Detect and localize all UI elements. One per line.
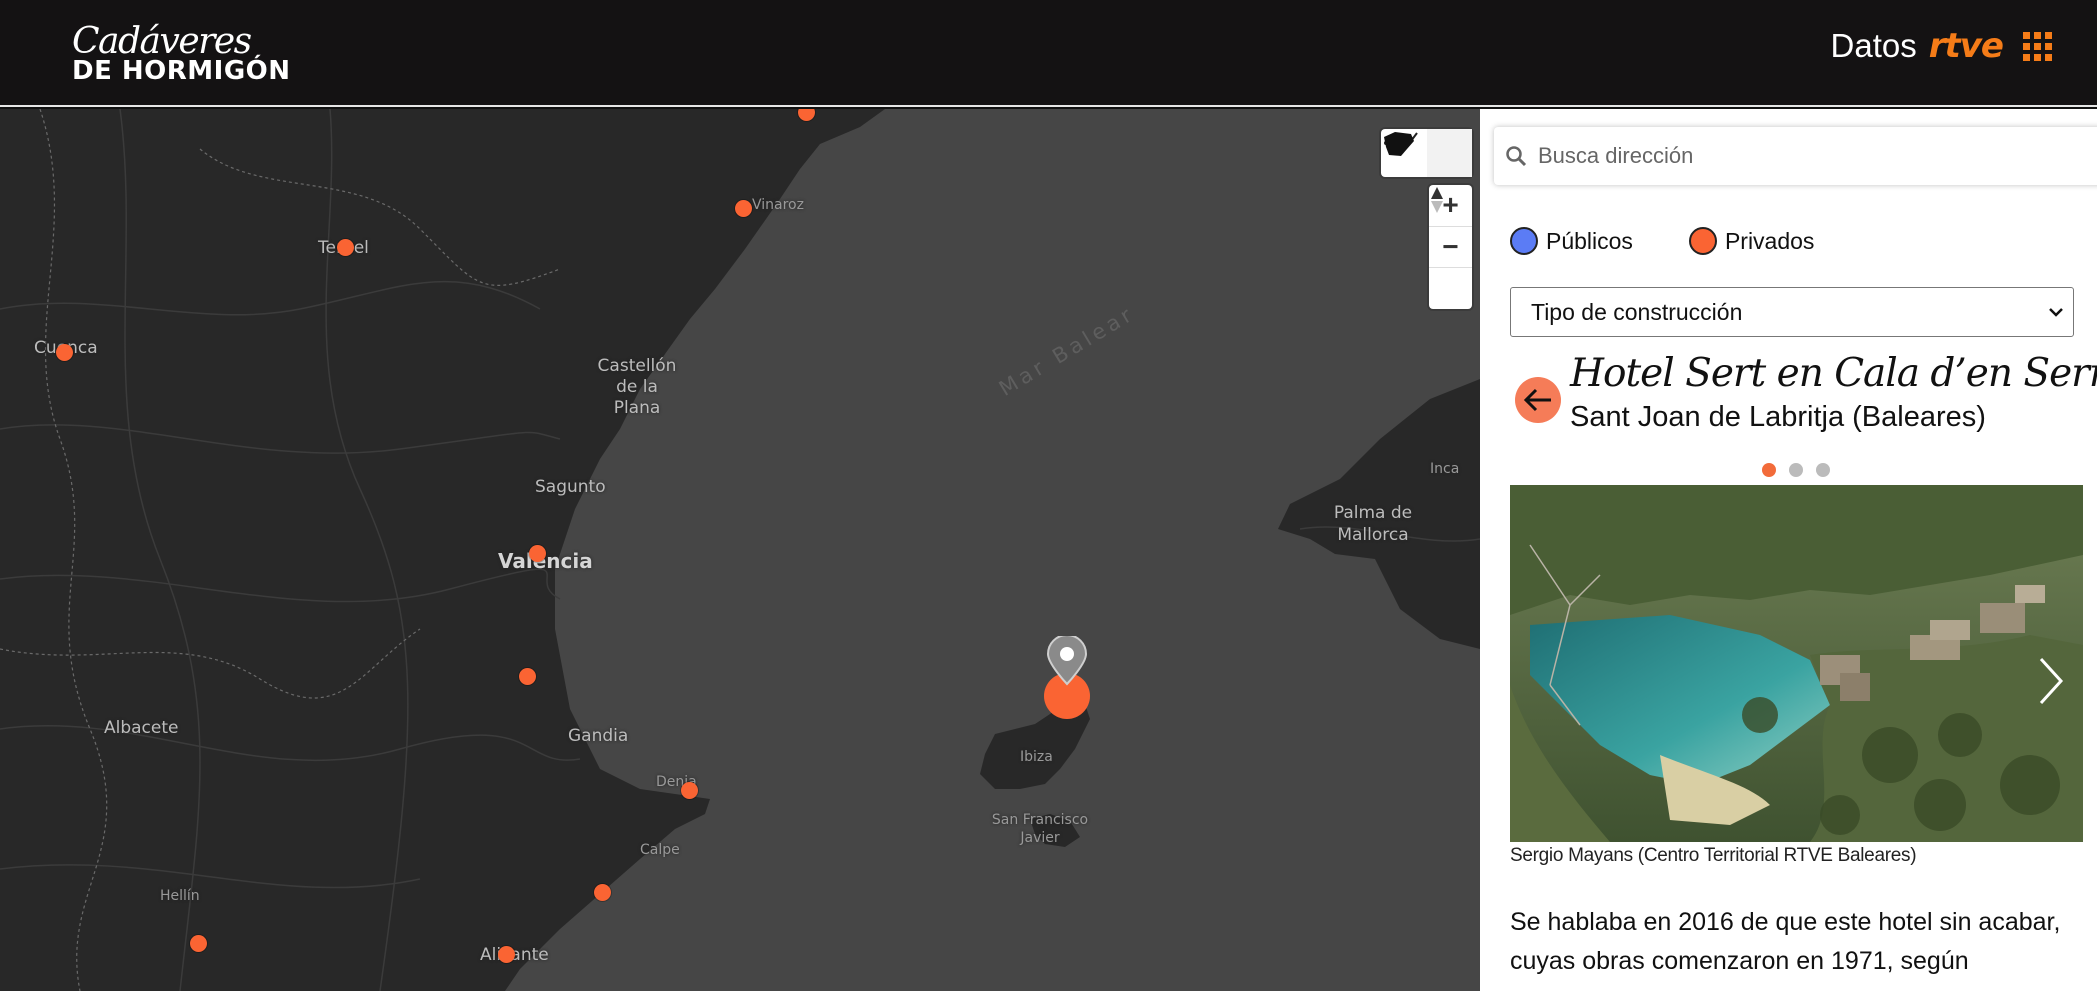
private-swatch	[1688, 227, 1717, 255]
city-label-sagunto: Sagunto	[535, 477, 606, 497]
city-label-calpe: Calpe	[640, 842, 680, 858]
building-location: Sant Joan de Labritja (Baleares)	[1570, 401, 1986, 433]
city-label-albacete: Albacete	[104, 718, 179, 738]
construction-type-select[interactable]: Tipo de construcción	[1510, 287, 2074, 337]
map-marker-private[interactable]	[529, 545, 546, 562]
grid-menu-icon[interactable]	[2023, 31, 2052, 61]
arrow-left-icon	[1523, 388, 1551, 412]
compass-icon	[1431, 187, 1443, 213]
rtve-logo[interactable]: rtve	[1929, 26, 2004, 66]
map-marker-private[interactable]	[735, 200, 752, 217]
map-marker-private[interactable]	[519, 668, 536, 685]
map-marker-private[interactable]	[681, 782, 698, 799]
city-label-inca: Inca	[1430, 461, 1460, 477]
peninsula-view-icon[interactable]	[1384, 129, 1472, 177]
brand-area: Datos rtve	[1831, 26, 2052, 66]
map-marker-private[interactable]	[337, 239, 354, 256]
zoom-out-button[interactable]: −	[1429, 227, 1472, 269]
top-bar: Cadáveres DE HORMIGÓN Datos rtve	[0, 0, 2097, 107]
carousel-dots	[1762, 463, 1830, 477]
photo-caption: Sergio Mayans (Centro Territorial RTVE B…	[1510, 845, 1917, 866]
carousel-dot[interactable]	[1762, 463, 1776, 477]
legend: Públicos Privados	[1510, 227, 1814, 255]
map-marker-private[interactable]	[56, 344, 73, 361]
city-label-ibiza: Ibiza	[1020, 749, 1053, 765]
mainland-land	[0, 109, 885, 991]
building-photo	[1510, 485, 2083, 842]
chevron-down-icon	[2049, 308, 2063, 317]
logo-line-2: DE HORMIGÓN	[72, 56, 291, 86]
carousel-dot[interactable]	[1789, 463, 1803, 477]
city-label-san-francisco: San Francisco Javier	[991, 812, 1089, 846]
legend-private[interactable]: Privados	[1688, 227, 1815, 255]
building-title: Hotel Sert en Cala d’en Serra	[1570, 351, 2097, 396]
city-label-palma: Palma de Mallorca	[1333, 503, 1413, 545]
map-marker-private[interactable]	[190, 935, 207, 952]
carousel-dot[interactable]	[1816, 463, 1830, 477]
photo-cove-illustration	[1510, 485, 2083, 842]
city-label-gandia: Gandia	[568, 726, 629, 746]
site-logo[interactable]: Cadáveres DE HORMIGÓN	[72, 21, 291, 86]
region-toggle[interactable]	[1381, 129, 1472, 177]
map-basemap	[0, 109, 1480, 991]
details-panel: Públicos Privados Tipo de construcción H…	[1480, 109, 2097, 991]
search-input[interactable]	[1538, 143, 2058, 169]
legend-public[interactable]: Públicos	[1510, 227, 1633, 255]
description-text: Se hablaba en 2016 de que este hotel sin…	[1510, 908, 2061, 975]
legend-public-label: Públicos	[1546, 227, 1633, 254]
public-swatch	[1510, 227, 1538, 255]
selected-location-pin-icon[interactable]	[1040, 636, 1094, 721]
map-marker-private[interactable]	[594, 884, 611, 901]
map-canvas[interactable]: Mar Balear Teruel Vinaroz Cuenca Castell…	[0, 109, 1480, 991]
datos-label[interactable]: Datos	[1831, 27, 1917, 65]
city-label-vinaroz: Vinaroz	[752, 197, 804, 213]
select-value: Tipo de construcción	[1531, 298, 1743, 325]
search-icon	[1494, 145, 1538, 167]
legend-private-label: Privados	[1724, 227, 1815, 254]
logo-line-1: Cadáveres	[72, 21, 252, 62]
map-controls: + −	[1429, 185, 1472, 309]
back-button[interactable]	[1515, 377, 1561, 423]
map-marker-private[interactable]	[498, 946, 515, 963]
city-label-castellon: Castellón de la Plana	[597, 356, 677, 418]
address-search	[1494, 127, 2097, 185]
compass-button[interactable]	[1429, 187, 1472, 309]
chevron-right-icon[interactable]	[2037, 655, 2067, 707]
city-label-hellin: Hellín	[160, 888, 200, 904]
